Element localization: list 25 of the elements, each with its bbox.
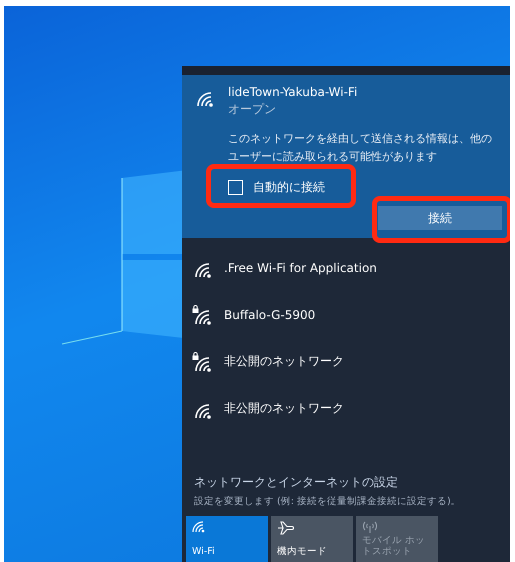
wifi-signal-icon (196, 91, 216, 107)
airplane-icon (277, 521, 295, 535)
airplane-tile[interactable]: 機内モード (271, 516, 353, 562)
security-warning: このネットワークを経由して送信される情報は、他のユーザーに読み取られる可能性があります (228, 131, 493, 165)
hotspot-icon (362, 521, 378, 533)
wifi-icon (192, 521, 206, 533)
network-item[interactable]: 非公開のネットワーク (182, 338, 510, 385)
tile-label: Wi-Fi (192, 546, 215, 557)
network-item[interactable]: Buffalo-G-5900 (182, 291, 510, 338)
connect-button[interactable]: 接続 (378, 206, 502, 230)
tile-label: 機内モード (277, 546, 327, 557)
network-name: 非公開のネットワーク (224, 400, 344, 417)
auto-connect-label: 自動的に接続 (253, 178, 325, 196)
network-item[interactable]: .Free Wi-Fi for Application (182, 244, 510, 291)
network-status: オープン (228, 101, 277, 118)
network-name: Buffalo-G-5900 (224, 308, 316, 322)
network-settings-link[interactable]: ネットワークとインターネットの設定 (194, 474, 510, 491)
network-item[interactable]: 非公開のネットワーク (182, 385, 510, 432)
wifi-tile[interactable]: Wi-Fi (186, 516, 268, 562)
tile-label: モバイル ホットスポット (362, 535, 426, 557)
auto-connect-checkbox[interactable] (228, 180, 243, 194)
network-name: lideTown-Yakuba-Wi-Fi (228, 85, 358, 99)
network-name: .Free Wi-Fi for Application (224, 260, 377, 274)
settings-description: 設定を変更します (例: 接続を従量制課金接続に設定する)。 (194, 495, 462, 508)
network-name: 非公開のネットワーク (224, 353, 344, 370)
